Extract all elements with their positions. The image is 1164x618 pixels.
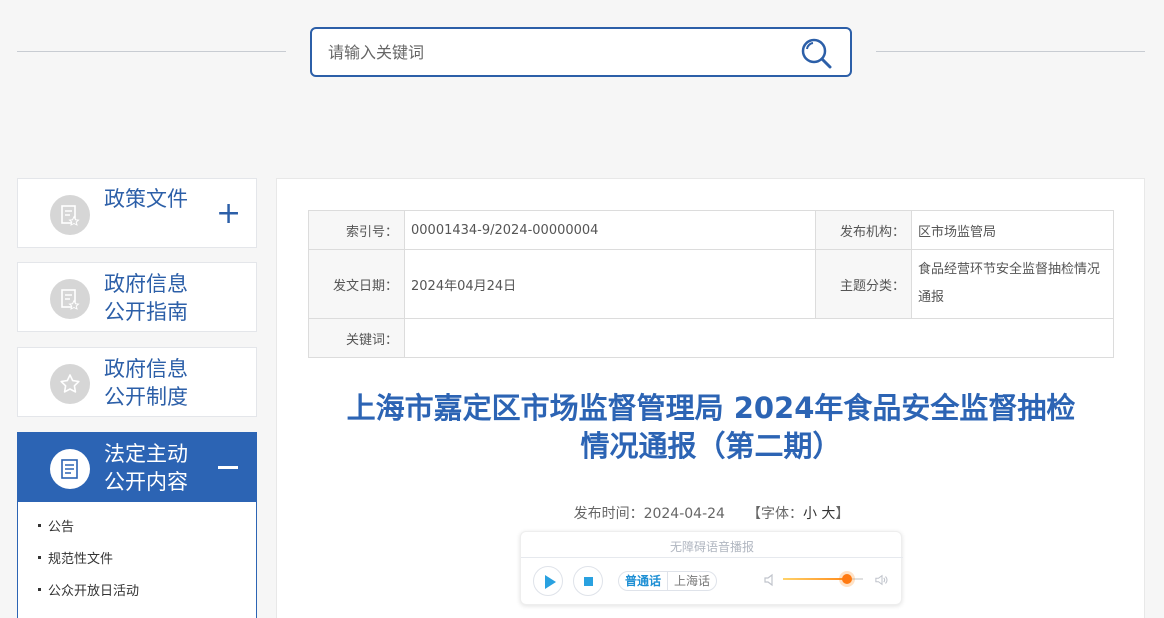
sidebar-sub-list: 公告 规范性文件 公众开放日活动 [17, 502, 257, 618]
table-row: 索引号： 00001434-9/2024-00000004 发布机构： 区市场监… [308, 210, 1114, 250]
search-divider-left [17, 51, 286, 52]
lang-shanghai-button[interactable]: 上海话 [667, 572, 716, 590]
title-line-2: 情况通报（第二期） [580, 429, 842, 463]
search-input[interactable] [328, 39, 768, 65]
index-no-value: 00001434-9/2024-00000004 [404, 210, 816, 250]
article-panel: 索引号： 00001434-9/2024-00000004 发布机构： 区市场监… [276, 178, 1145, 618]
label-line-2: 公开制度 [104, 385, 188, 409]
document-icon [50, 195, 90, 235]
sub-item-label: 公众开放日活动 [48, 584, 140, 599]
player-title: 无障碍语音播报 [669, 540, 754, 554]
metadata-table: 索引号： 00001434-9/2024-00000004 发布机构： 区市场监… [308, 210, 1114, 358]
language-switch: 普通话 上海话 [618, 571, 718, 591]
sidebar-item-disclosure-system[interactable]: 政府信息 公开制度 [17, 347, 257, 417]
font-size-label-close: 】 [835, 506, 850, 522]
date-value: 2024年04月24日 [404, 249, 816, 319]
sidebar-item-label: 政府信息 公开指南 [104, 270, 188, 326]
label-line-1: 法定主动 [104, 442, 188, 466]
search-button[interactable] [800, 37, 834, 69]
volume-slider[interactable] [783, 574, 863, 584]
publish-info: 发布时间：2024-04-24 【字体：小 大】 [277, 503, 1146, 523]
volume-high-icon[interactable] [875, 573, 889, 587]
lang-mandarin-button[interactable]: 普通话 [619, 572, 667, 590]
search-icon [801, 38, 832, 69]
font-size-label: 【字体： [746, 506, 803, 522]
date-label: 发文日期： [308, 249, 405, 319]
list-document-icon [50, 449, 90, 489]
keywords-value [404, 318, 1114, 358]
sidebar-item-label: 法定主动 公开内容 [104, 440, 188, 496]
sub-item-open-day[interactable]: 公众开放日活动 [38, 582, 139, 602]
title-line-1: 上海市嘉定区市场监督管理局 2024年食品安全监督抽检 [346, 391, 1076, 425]
sidebar-item-policy-documents[interactable]: 政策文件 + [17, 178, 257, 248]
font-large-button[interactable]: 大 [821, 506, 835, 522]
topic-label: 主题分类： [815, 249, 912, 319]
search-box [310, 27, 852, 77]
sub-item-label: 规范性文件 [48, 552, 114, 567]
label-line-2: 公开指南 [104, 300, 188, 324]
table-row: 发文日期： 2024年04月24日 主题分类： 食品经营环节安全监督抽检情况通报 [308, 249, 1114, 319]
volume-fill [783, 578, 847, 580]
publisher-label: 发布机构： [815, 210, 912, 250]
sidebar-item-statutory-disclosure[interactable]: 法定主动 公开内容 [17, 432, 257, 502]
index-no-label: 索引号： [308, 210, 405, 250]
publisher-value: 区市场监管局 [911, 210, 1114, 250]
volume-low-icon[interactable] [763, 573, 777, 587]
stop-button[interactable] [573, 566, 603, 596]
play-button[interactable] [533, 566, 563, 596]
publish-time-label: 发布时间： [573, 506, 644, 522]
label-line-2: 公开内容 [104, 470, 188, 494]
article-title: 上海市嘉定区市场监督管理局 2024年食品安全监督抽检 情况通报（第二期） [297, 389, 1125, 465]
sidebar-item-label: 政策文件 [104, 187, 188, 211]
sub-item-label: 公告 [48, 520, 75, 535]
expand-plus-icon[interactable]: + [216, 199, 241, 229]
topic-value: 食品经营环节安全监督抽检情况通报 [911, 249, 1114, 319]
document-icon [50, 279, 90, 319]
label-line-1: 政府信息 [104, 357, 188, 381]
label-line-1: 政府信息 [104, 272, 188, 296]
sub-item-normative-documents[interactable]: 规范性文件 [38, 550, 113, 570]
sidebar-item-label: 政府信息 公开制度 [104, 355, 188, 411]
bullet-icon [38, 588, 41, 591]
collapse-minus-icon[interactable] [218, 466, 238, 469]
search-divider-right [876, 51, 1145, 52]
publish-time-value: 2024-04-24 [643, 506, 725, 522]
volume-knob[interactable] [842, 574, 852, 584]
player-divider [521, 557, 903, 558]
bullet-icon [38, 524, 41, 527]
table-row: 关键词： [308, 318, 1114, 358]
bullet-icon [38, 556, 41, 559]
keywords-label: 关键词： [308, 318, 405, 358]
audio-player: 无障碍语音播报 普通话 上海话 [520, 531, 903, 605]
sidebar-item-disclosure-guide[interactable]: 政府信息 公开指南 [17, 262, 257, 332]
font-small-button[interactable]: 小 [803, 506, 817, 522]
sub-item-announcement[interactable]: 公告 [38, 518, 74, 538]
star-icon [50, 364, 90, 404]
